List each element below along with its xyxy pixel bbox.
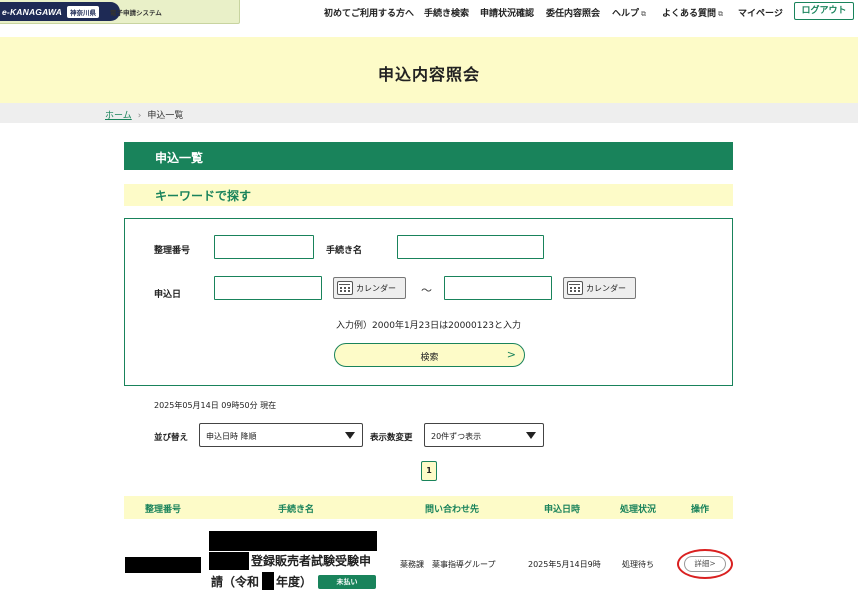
breadcrumb-bar: ホーム › 申込一覧: [0, 103, 858, 123]
nav-first-time[interactable]: 初めてご利用する方へ: [324, 6, 414, 19]
breadcrumb-home[interactable]: ホーム: [105, 111, 132, 121]
redacted-text: [209, 531, 377, 551]
calendar-icon: [337, 281, 353, 295]
input-example-note: 入力例）2000年1月23日は20000123と入力: [336, 321, 521, 331]
breadcrumb-separator: ›: [137, 111, 142, 121]
procedure-name-label: 手続き名: [326, 246, 363, 256]
col-actions: 操作: [691, 505, 710, 515]
col-procedure-name: 手続き名: [278, 505, 315, 515]
calendar-icon: [567, 281, 583, 295]
procedure-name-line2: 請（令和: [211, 575, 260, 589]
search-form: 整理番号 手続き名 申込日 カレンダー ～ カレンダー 入力例）2000年1月2…: [124, 218, 733, 386]
nav-faq[interactable]: よくある質問 ⧉: [662, 6, 723, 19]
redacted-text: [209, 552, 249, 570]
breadcrumb-current: 申込一覧: [147, 111, 184, 121]
col-application-date: 申込日時: [544, 505, 581, 515]
pagination-page-1[interactable]: 1: [421, 461, 437, 481]
nav-application-status[interactable]: 申請状況確認: [480, 6, 534, 19]
application-date-label: 申込日: [154, 290, 182, 300]
payment-status-badge: 未払い: [318, 575, 376, 589]
redacted-reference-number: [125, 557, 201, 573]
keyword-search-title: キーワードで探す: [155, 189, 252, 203]
date-from-input[interactable]: [214, 276, 322, 300]
dropdown-arrow-icon: [345, 432, 355, 439]
title-band: 申込内容照会: [0, 37, 858, 103]
col-contact: 問い合わせ先: [425, 505, 480, 515]
reference-number-label: 整理番号: [154, 246, 191, 256]
date-range-separator: ～: [421, 284, 432, 297]
search-button[interactable]: 検索 >: [334, 343, 525, 367]
nav-procedure-search[interactable]: 手続き検索: [424, 6, 469, 19]
status-cell: 処理待ち: [622, 560, 654, 569]
date-to-input[interactable]: [444, 276, 552, 300]
col-reference-number: 整理番号: [145, 505, 182, 515]
nav-mypage[interactable]: マイページ: [738, 6, 783, 19]
calendar-from-button[interactable]: カレンダー: [333, 277, 406, 299]
col-status: 処理状況: [620, 505, 657, 515]
current-timestamp: 2025年05月14日 09時50分 現在: [154, 401, 277, 410]
contact-cell: 薬務課 薬事指導グループ: [400, 560, 496, 569]
sort-label: 並び替え: [154, 433, 189, 443]
section-header: 申込一覧: [124, 142, 733, 170]
table-header: 整理番号 手続き名 問い合わせ先 申込日時 処理状況 操作: [124, 496, 733, 519]
calendar-to-button[interactable]: カレンダー: [563, 277, 636, 299]
nav-delegation-inquiry[interactable]: 委任内容照会: [546, 6, 600, 19]
breadcrumb: ホーム › 申込一覧: [105, 108, 183, 121]
page-title: 申込内容照会: [377, 65, 480, 84]
highlight-circle: [677, 549, 733, 579]
reference-number-input[interactable]: [214, 235, 314, 259]
procedure-name-input[interactable]: [397, 235, 544, 259]
section-title: 申込一覧: [155, 151, 204, 165]
redacted-text: [262, 572, 274, 590]
keyword-search-header: キーワードで探す: [124, 184, 733, 206]
nav-help[interactable]: ヘルプ ⧉: [612, 6, 646, 19]
sort-select[interactable]: 申込日時 降順: [199, 423, 363, 447]
site-header: e-KANAGAWA 神奈川県 電子申請システム 初めてご利用する方へ 手続き検…: [0, 0, 858, 26]
dropdown-arrow-icon: [526, 432, 536, 439]
chevron-right-icon: >: [506, 348, 516, 361]
procedure-name-line2-suffix: 年度）: [276, 575, 313, 589]
external-link-icon: ⧉: [641, 10, 647, 18]
global-nav: 初めてご利用する方へ 手続き検索 申請状況確認 委任内容照会 ヘルプ ⧉ よくある…: [0, 6, 858, 20]
procedure-name-line1: 登録販売者試験受験申: [251, 554, 372, 568]
external-link-icon: ⧉: [718, 10, 724, 18]
application-date-cell: 2025年5月14日9時: [528, 560, 601, 569]
logout-button[interactable]: ログアウト: [794, 2, 854, 20]
per-page-select[interactable]: 20件ずつ表示: [424, 423, 544, 447]
per-page-label: 表示数変更: [370, 433, 413, 443]
